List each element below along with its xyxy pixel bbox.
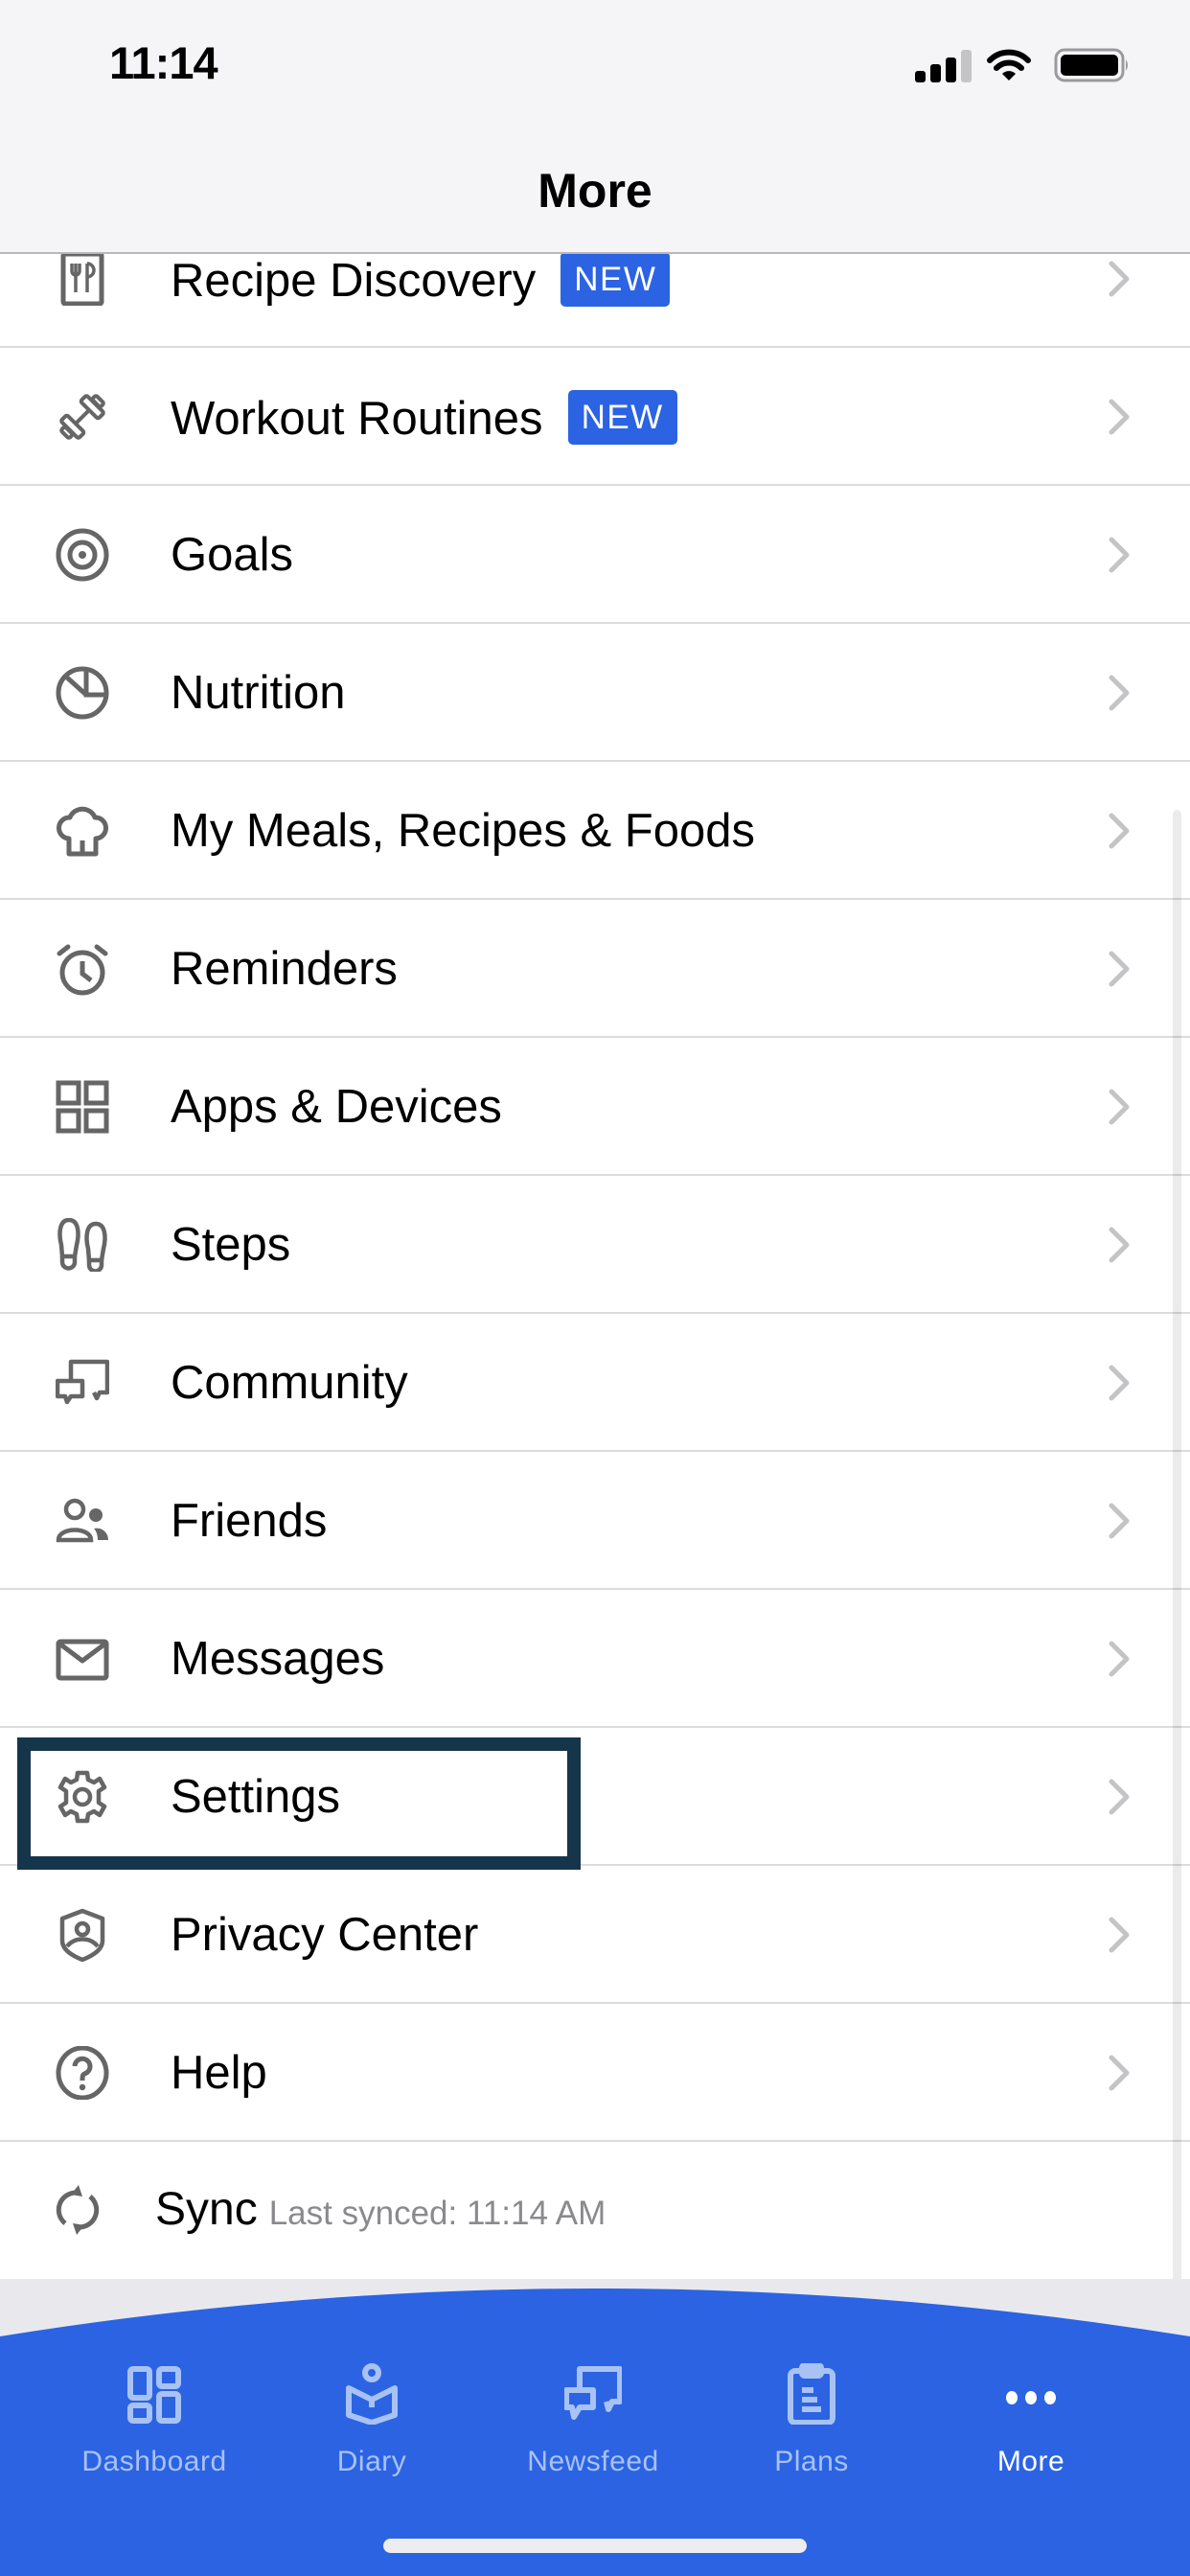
new-badge: NEW: [561, 254, 671, 307]
tab-label: Dashboard: [81, 2446, 227, 2477]
alarm-clock-icon: [56, 942, 109, 996]
tab-label: More: [996, 2446, 1065, 2477]
menu-item-steps[interactable]: Steps: [0, 1176, 1190, 1314]
people-icon: [56, 1494, 109, 1548]
chevron-right-icon: [1109, 1089, 1130, 1125]
menu-item-label: Recipe Discovery: [171, 255, 537, 307]
more-dots-icon: [1006, 2391, 1056, 2404]
newsfeed-icon: [564, 2366, 622, 2420]
chevron-right-icon: [1109, 1779, 1130, 1815]
target-icon: [56, 528, 109, 582]
status-time: 11:14: [109, 37, 218, 88]
recipe-icon: [56, 254, 109, 306]
chevron-right-icon: [1109, 1503, 1130, 1539]
sync-label: Sync: [155, 2184, 258, 2235]
chat-bubbles-icon: [56, 1356, 109, 1410]
chevron-right-icon: [1109, 1365, 1130, 1401]
tab-plans[interactable]: Plans: [706, 2358, 917, 2482]
tab-diary[interactable]: Diary: [266, 2358, 477, 2482]
menu-item-settings[interactable]: Settings: [0, 1728, 1190, 1866]
footprints-icon: [56, 1218, 109, 1272]
wifi-icon: [987, 49, 1031, 80]
battery-full-icon: [1054, 48, 1128, 82]
chevron-right-icon: [1109, 399, 1130, 435]
menu-item-goals[interactable]: Goals: [0, 486, 1190, 624]
more-menu-list[interactable]: Recipe Discovery NEW Workout Routines NEW …: [0, 254, 1190, 2279]
shield-user-icon: [56, 1908, 109, 1962]
gear-icon: [56, 1770, 109, 1824]
nav-header: More: [0, 134, 1190, 254]
tab-more[interactable]: More: [926, 2358, 1136, 2482]
menu-item-messages[interactable]: Messages: [0, 1590, 1190, 1728]
new-badge: NEW: [567, 390, 677, 445]
sync-icon: [56, 2185, 100, 2235]
chevron-right-icon: [1109, 1917, 1130, 1953]
menu-item-label: My Meals, Recipes & Foods: [171, 805, 755, 857]
menu-item-label: Goals: [171, 529, 294, 581]
dumbbell-icon: [56, 390, 109, 444]
chevron-right-icon: [1109, 951, 1130, 987]
pie-chart-icon: [56, 666, 109, 720]
menu-item-privacy-center[interactable]: Privacy Center: [0, 1866, 1190, 2004]
last-synced-status: Last synced: 11:14 AM: [268, 2195, 606, 2232]
menu-item-label: Apps & Devices: [171, 1081, 502, 1133]
sync-row[interactable]: Sync Last synced: 11:14 AM: [0, 2141, 1190, 2279]
home-indicator[interactable]: [383, 2539, 807, 2553]
menu-item-label: Steps: [171, 1219, 291, 1271]
menu-item-workout-routines[interactable]: Workout Routines NEW: [0, 348, 1190, 486]
tab-label: Diary: [336, 2446, 407, 2477]
menu-item-help[interactable]: Help: [0, 2004, 1190, 2142]
menu-item-label: Help: [171, 2047, 267, 2099]
chevron-right-icon: [1109, 261, 1130, 297]
scrollbar[interactable]: [1173, 810, 1181, 2298]
chevron-right-icon: [1109, 675, 1130, 711]
tab-label: Plans: [774, 2446, 849, 2477]
menu-item-community[interactable]: Community: [0, 1314, 1190, 1452]
tab-label: Newsfeed: [527, 2446, 659, 2477]
menu-item-label: Workout Routines: [171, 393, 543, 445]
envelope-icon: [56, 1632, 109, 1686]
dashboard-icon: [127, 2366, 181, 2424]
chevron-right-icon: [1109, 813, 1130, 849]
grid-icon: [56, 1080, 109, 1134]
menu-item-reminders[interactable]: Reminders: [0, 900, 1190, 1038]
page-title: More: [538, 164, 652, 218]
menu-item-label: Settings: [171, 1771, 341, 1823]
menu-item-friends[interactable]: Friends: [0, 1452, 1190, 1590]
clipboard-icon: [788, 2363, 835, 2425]
menu-item-apps-devices[interactable]: Apps & Devices: [0, 1038, 1190, 1176]
menu-item-label: Community: [171, 1357, 408, 1409]
menu-item-label: Privacy Center: [171, 1909, 479, 1961]
chevron-right-icon: [1109, 1227, 1130, 1263]
menu-item-nutrition[interactable]: Nutrition: [0, 624, 1190, 762]
help-circle-icon: [56, 2046, 109, 2100]
diary-icon: [346, 2363, 398, 2425]
signal-icon: [915, 50, 973, 82]
chef-hat-icon: [56, 804, 109, 858]
chevron-right-icon: [1109, 2055, 1130, 2091]
menu-item-my-meals[interactable]: My Meals, Recipes & Foods: [0, 762, 1190, 900]
tab-dashboard[interactable]: Dashboard: [49, 2358, 260, 2482]
menu-item-label: Friends: [171, 1495, 328, 1547]
menu-item-label: Messages: [171, 1633, 385, 1685]
menu-item-label: Nutrition: [171, 667, 346, 719]
status-bar: 11:14: [0, 0, 1190, 134]
chevron-right-icon: [1109, 537, 1130, 573]
menu-item-recipe-discovery[interactable]: Recipe Discovery NEW: [0, 254, 1190, 348]
menu-item-label: Reminders: [171, 943, 398, 995]
tab-newsfeed[interactable]: Newsfeed: [488, 2358, 698, 2482]
chevron-right-icon: [1109, 1641, 1130, 1677]
